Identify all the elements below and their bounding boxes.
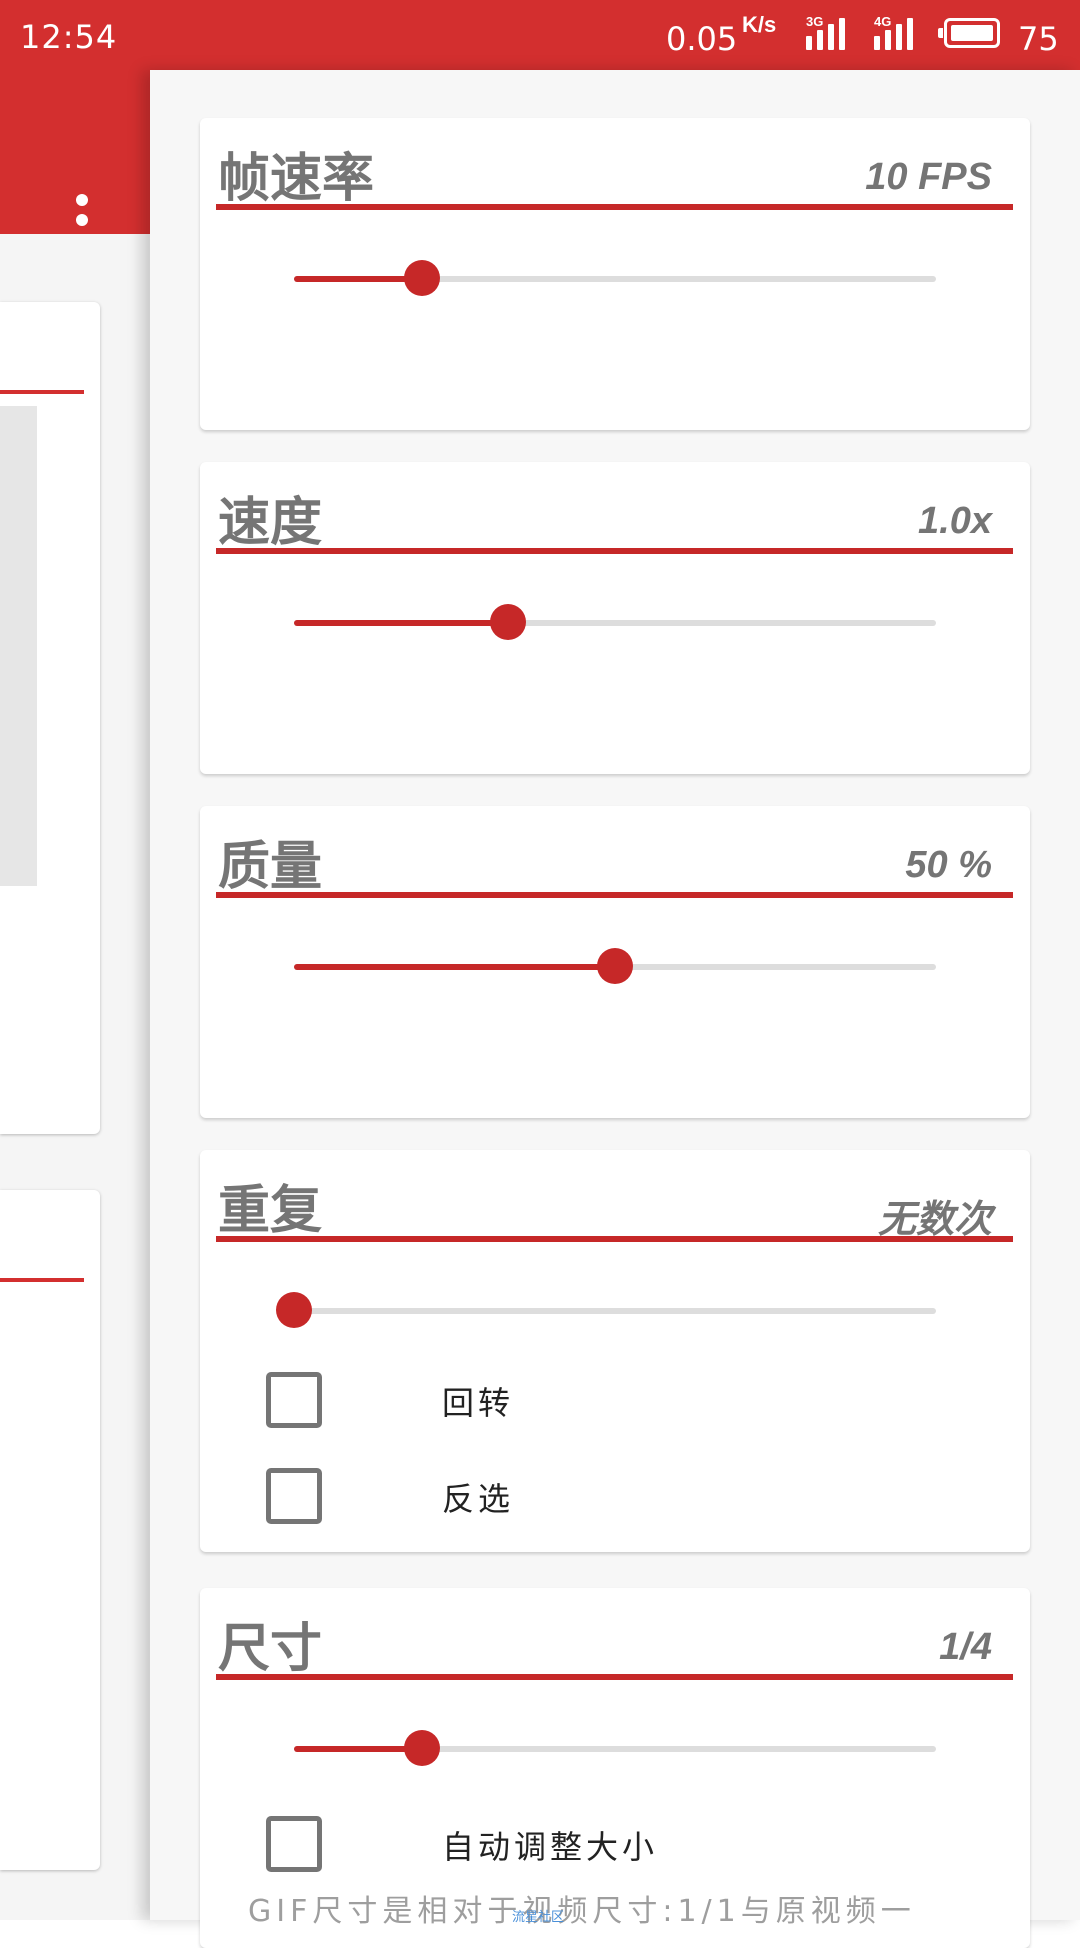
rotate-option[interactable]: 回转 [266,1372,966,1428]
rotate-label: 回转 [442,1384,515,1422]
settings-drawer: 帧速率 10 FPS 速度 1.0x 质量 50 % 重复 无数次 回转 反选 … [150,70,1080,1948]
frame-rate-value: 10 FPS [865,156,992,198]
section-divider [216,548,1013,554]
frame-rate-title: 帧速率 [218,150,375,208]
reverse-checkbox[interactable] [266,1468,322,1524]
cell-signal-icon: 4G [874,14,924,50]
repeat-slider[interactable] [276,1292,936,1328]
background-card [0,302,100,1134]
cell-signal-icon: 3G [806,14,856,50]
frame-rate-card: 帧速率 10 FPS [200,118,1030,430]
network-speed: 0.05 [666,20,738,58]
status-time: 12:54 [20,18,118,56]
status-bar: 12:54 0.05 K/s 3G 4G 75 [0,0,1080,70]
size-title: 尺寸 [218,1620,323,1678]
slider-thumb[interactable] [597,948,633,984]
section-divider [216,1674,1013,1680]
auto-resize-option[interactable]: 自动调整大小 [266,1816,966,1872]
watermark: 流星社区 [512,1909,565,1924]
frame-rate-slider[interactable] [294,260,936,296]
background-card [0,1190,100,1870]
background-content [0,234,150,1920]
speed-value: 1.0x [918,500,992,542]
slider-thumb[interactable] [404,1730,441,1766]
slider-thumb[interactable] [276,1292,312,1328]
battery-icon [938,18,1000,48]
speed-slider[interactable] [294,604,936,640]
reverse-label: 反选 [442,1480,515,1518]
battery-percent: 75 [1018,20,1059,58]
size-hint-text: GIF尺寸是相对于视频尺寸:1/1与原视频一 [248,1894,916,1929]
quality-card: 质量 50 % [200,806,1030,1118]
auto-resize-label: 自动调整大小 [442,1828,659,1866]
repeat-value: 无数次 [877,1199,992,1241]
speed-title: 速度 [218,494,323,552]
reverse-option[interactable]: 反选 [266,1468,966,1524]
background-toolbar [0,70,150,246]
size-value: 1/4 [939,1626,992,1668]
section-divider [216,1236,1013,1242]
slider-thumb[interactable] [404,260,441,296]
quality-value: 50 % [905,844,992,886]
rotate-checkbox[interactable] [266,1372,322,1428]
signal-type-label: 3G [806,14,824,29]
network-speed-unit: K/s [742,12,777,37]
section-divider [216,204,1013,210]
section-divider [216,892,1013,898]
repeat-title: 重复 [218,1182,323,1240]
size-slider[interactable] [294,1730,936,1766]
speed-card: 速度 1.0x [200,462,1030,774]
slider-thumb[interactable] [489,604,526,640]
signal-type-label: 4G [874,14,892,29]
quality-slider[interactable] [294,948,936,984]
repeat-card: 重复 无数次 回转 反选 [200,1150,1030,1552]
auto-resize-checkbox[interactable] [266,1816,322,1872]
quality-title: 质量 [218,838,323,896]
